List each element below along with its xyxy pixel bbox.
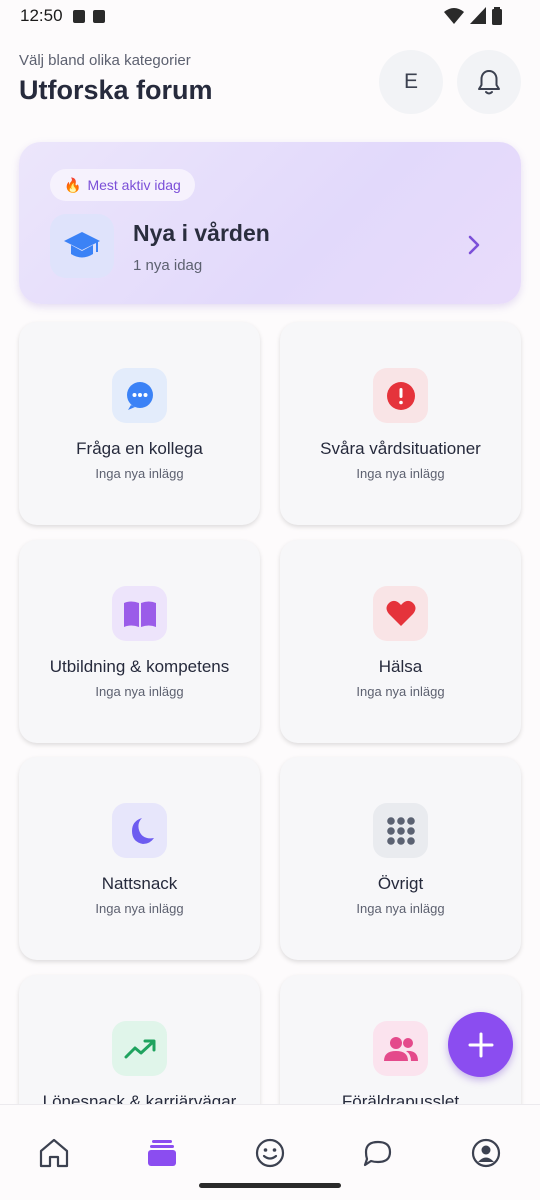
category-status: Inga nya inlägg <box>95 466 184 481</box>
wifi-icon <box>444 8 464 24</box>
heart-icon <box>373 586 428 641</box>
category-status: Inga nya inlägg <box>356 684 445 699</box>
featured-subtitle: 1 nya idag <box>133 257 203 274</box>
badge-label: Mest aktiv idag <box>87 177 181 193</box>
featured-forum-card[interactable]: 🔥 Mest aktiv idag Nya i vården 1 nya ida… <box>19 142 521 304</box>
chat-bubble-icon <box>112 368 167 423</box>
category-name: Svåra vårdsituationer <box>320 439 481 458</box>
graduation-cap-icon <box>50 214 114 278</box>
category-name: Övrigt <box>377 874 424 893</box>
avatar-button[interactable]: E <box>379 50 443 114</box>
chevron-right-icon <box>468 235 480 255</box>
category-name: Hälsa <box>378 657 423 676</box>
alert-icon <box>373 368 428 423</box>
grid-dots-icon <box>373 803 428 858</box>
category-status: Inga nya inlägg <box>95 684 184 699</box>
most-active-badge: 🔥 Mest aktiv idag <box>50 169 195 201</box>
smiley-icon <box>255 1138 285 1168</box>
featured-title: Nya i vården <box>133 220 270 246</box>
status-bar: 12:50 <box>0 0 540 32</box>
profile-icon <box>471 1138 501 1168</box>
avatar-initial: E <box>403 70 418 93</box>
category-status: Inga nya inlägg <box>356 466 445 481</box>
trending-up-icon <box>112 1021 167 1076</box>
bottom-navigation <box>0 1104 540 1200</box>
page-header: Välj bland olika kategorier Utforska for… <box>19 52 213 106</box>
battery-icon <box>492 7 502 25</box>
category-card[interactable]: Svåra vårdsituationer Inga nya inlägg <box>280 322 521 525</box>
create-post-button[interactable] <box>448 1012 513 1077</box>
nav-mood[interactable] <box>252 1135 288 1171</box>
nav-home[interactable] <box>36 1135 72 1171</box>
forum-stack-icon <box>148 1140 176 1166</box>
nav-profile[interactable] <box>468 1135 504 1171</box>
category-name: Nattsnack <box>101 874 178 893</box>
home-icon <box>39 1138 69 1168</box>
fire-icon: 🔥 <box>64 176 82 193</box>
notifications-button[interactable] <box>457 50 521 114</box>
category-card[interactable]: Nattsnack Inga nya inlägg <box>19 757 260 960</box>
nav-messages[interactable] <box>360 1135 396 1171</box>
moon-icon <box>112 803 167 858</box>
chat-icon <box>363 1140 392 1167</box>
category-name: Utbildning & kompetens <box>49 657 230 676</box>
category-status: Inga nya inlägg <box>95 901 184 916</box>
page-title: Utforska forum <box>19 75 213 105</box>
category-card[interactable]: Fråga en kollega Inga nya inlägg <box>19 322 260 525</box>
users-icon <box>373 1021 428 1076</box>
category-card[interactable]: Utbildning & kompetens Inga nya inlägg <box>19 540 260 743</box>
category-card[interactable]: Hälsa Inga nya inlägg <box>280 540 521 743</box>
plus-icon <box>468 1032 493 1057</box>
gesture-bar <box>199 1183 341 1188</box>
nav-forum[interactable] <box>144 1135 180 1171</box>
sd-card-icon <box>92 9 105 23</box>
page-subtitle: Välj bland olika kategorier <box>19 52 191 69</box>
signal-icon <box>470 7 486 24</box>
category-status: Inga nya inlägg <box>356 901 445 916</box>
status-time: 12:50 <box>20 6 63 25</box>
notification-a-icon <box>72 9 85 23</box>
category-card[interactable]: Övrigt Inga nya inlägg <box>280 757 521 960</box>
bell-icon <box>478 70 500 95</box>
category-name: Fråga en kollega <box>76 439 203 458</box>
book-icon <box>112 586 167 641</box>
status-indicators <box>444 7 502 25</box>
